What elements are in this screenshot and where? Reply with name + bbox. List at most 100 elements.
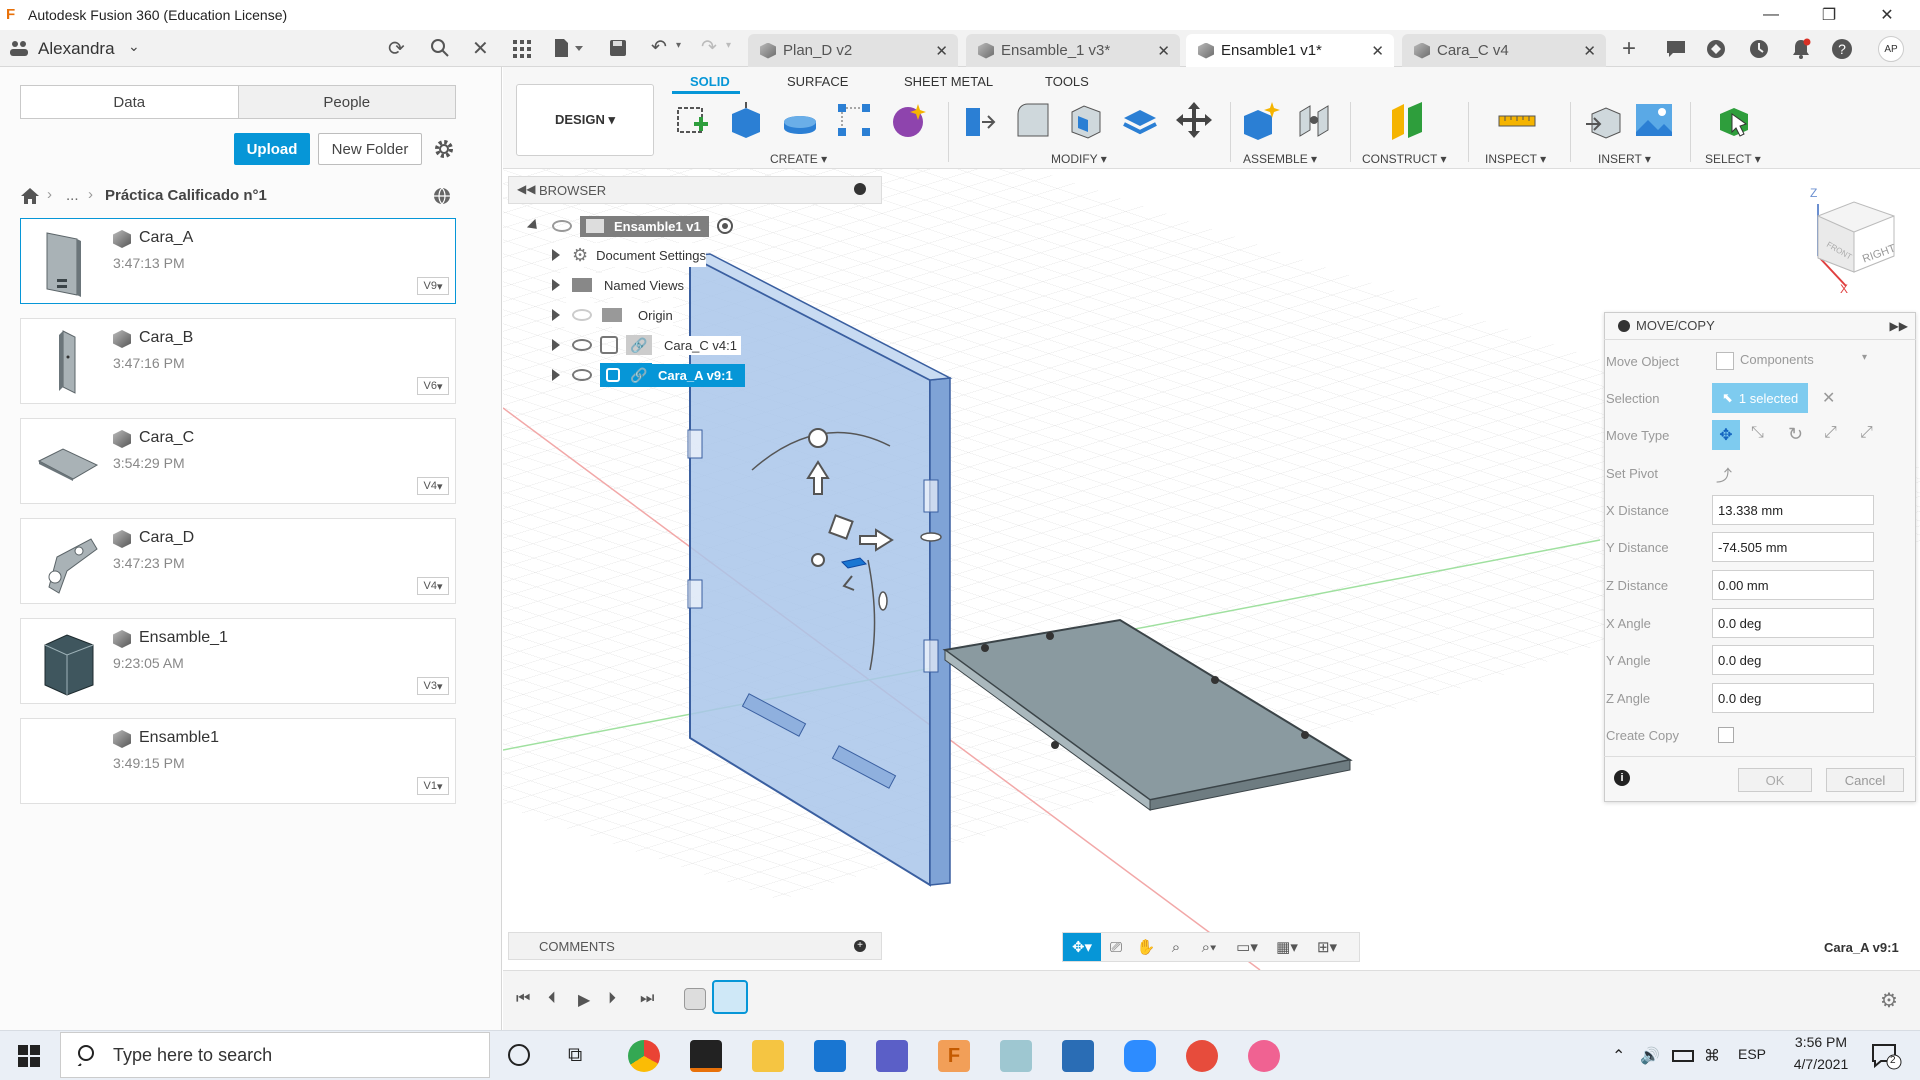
expand-icon[interactable] bbox=[526, 218, 542, 234]
upload-button[interactable]: Upload bbox=[234, 133, 310, 165]
move-type-rotate-icon[interactable]: ↻ bbox=[1788, 424, 1803, 445]
close-button[interactable]: ✕ bbox=[1858, 0, 1916, 30]
browser-root[interactable]: Ensamble1 v1 bbox=[526, 214, 733, 238]
tab-sheet-metal[interactable]: SHEET METAL bbox=[904, 74, 993, 89]
add-comment-icon[interactable]: + bbox=[854, 940, 866, 952]
undo-icon[interactable]: ↶ bbox=[651, 36, 667, 59]
move-copy-icon[interactable] bbox=[1174, 100, 1214, 140]
minimize-button[interactable]: — bbox=[1742, 0, 1800, 30]
app-icon[interactable] bbox=[1248, 1040, 1280, 1072]
fit-icon[interactable]: ⌕▾ bbox=[1191, 939, 1227, 956]
expand-icon[interactable] bbox=[552, 249, 560, 261]
zoom-icon[interactable]: ⌕ bbox=[1161, 939, 1191, 956]
breadcrumb-ellipsis[interactable]: ... bbox=[66, 187, 79, 204]
clear-selection-icon[interactable]: ✕ bbox=[1822, 388, 1835, 408]
refresh-icon[interactable]: ⟳ bbox=[388, 36, 405, 61]
fusion-taskbar-icon[interactable]: F bbox=[938, 1040, 970, 1072]
tab-ensamble-1[interactable]: Ensamble_1 v3* ✕ bbox=[966, 34, 1180, 67]
tab-ensamble1[interactable]: Ensamble1 v1* ✕ bbox=[1186, 34, 1394, 67]
tab-people[interactable]: People bbox=[238, 86, 455, 118]
x-distance-input[interactable]: 13.338 mm bbox=[1712, 495, 1874, 525]
press-pull-icon[interactable] bbox=[958, 100, 998, 140]
expand-dialog-icon[interactable]: ▶▶ bbox=[1890, 319, 1908, 333]
restore-button[interactable]: ❐ bbox=[1800, 0, 1858, 30]
redo-dropdown-icon[interactable]: ▾ bbox=[726, 40, 731, 51]
z-distance-input[interactable]: 0.00 mm bbox=[1712, 570, 1874, 600]
browser-item-document-settings[interactable]: ⚙ Document Settings bbox=[552, 243, 706, 267]
undo-dropdown-icon[interactable]: ▾ bbox=[676, 40, 681, 51]
new-tab-icon[interactable]: + bbox=[1622, 35, 1636, 63]
action-center-icon[interactable]: 2 bbox=[1872, 1044, 1902, 1073]
collapse-browser-icon[interactable]: ◀◀ bbox=[517, 182, 535, 196]
create-copy-checkbox[interactable] bbox=[1718, 727, 1734, 743]
pan-icon[interactable]: ✋ bbox=[1131, 938, 1161, 956]
tab-close-icon[interactable]: ✕ bbox=[1583, 42, 1596, 60]
version-badge[interactable]: V9 ▾ bbox=[417, 277, 449, 295]
move-type-point-to-point-icon[interactable]: ⤢ bbox=[1824, 424, 1837, 442]
job-status-icon[interactable] bbox=[1749, 39, 1769, 62]
task-view-icon[interactable]: ⧉ bbox=[568, 1044, 582, 1067]
help-icon[interactable]: ? bbox=[1831, 38, 1853, 63]
cortana-icon[interactable] bbox=[508, 1044, 530, 1066]
list-item-cara-a[interactable]: Cara_A 3:47:13 PM V9 ▾ bbox=[20, 218, 456, 304]
photos-icon[interactable] bbox=[1062, 1040, 1094, 1072]
inspect-group-label[interactable]: INSPECT ▾ bbox=[1485, 152, 1546, 166]
display-settings-icon[interactable]: ▭▾ bbox=[1227, 938, 1267, 956]
new-component-icon[interactable] bbox=[1240, 100, 1280, 140]
select-icon[interactable] bbox=[1714, 100, 1754, 140]
version-badge[interactable]: V6 ▾ bbox=[417, 377, 449, 395]
user-name[interactable]: Alexandra bbox=[38, 39, 115, 59]
version-badge[interactable]: V4 ▾ bbox=[417, 577, 449, 595]
timeline-prev-icon[interactable]: ⏴ bbox=[548, 990, 556, 1008]
shell-icon[interactable] bbox=[1066, 100, 1106, 140]
move-object-dropdown-icon[interactable]: ▾ bbox=[1862, 352, 1867, 363]
zoom-app-icon[interactable] bbox=[1124, 1040, 1156, 1072]
select-group-label[interactable]: SELECT ▾ bbox=[1705, 152, 1761, 166]
viewports-icon[interactable]: ⊞▾ bbox=[1307, 938, 1347, 956]
notifications-bell-icon[interactable] bbox=[1791, 38, 1811, 63]
user-dropdown-icon[interactable]: ⌄ bbox=[128, 38, 140, 55]
offset-plane-icon[interactable] bbox=[1388, 100, 1428, 140]
battery-icon[interactable] bbox=[1672, 1050, 1694, 1062]
avatar[interactable]: AP bbox=[1878, 36, 1904, 62]
list-item-ensamble1[interactable]: Ensamble1 3:49:15 PM V1 ▾ bbox=[20, 718, 456, 804]
rectangular-pattern-icon[interactable] bbox=[834, 100, 874, 140]
clock-time[interactable]: 3:56 PM bbox=[1786, 1034, 1856, 1050]
activate-radio-icon[interactable] bbox=[716, 218, 733, 234]
eye-icon[interactable] bbox=[552, 220, 572, 232]
x-angle-input[interactable]: 0.0 deg bbox=[1712, 608, 1874, 638]
move-type-translate-icon[interactable]: ⤡ bbox=[1751, 424, 1764, 442]
language-indicator[interactable]: ESP bbox=[1738, 1046, 1766, 1062]
measure-icon[interactable] bbox=[1497, 100, 1537, 140]
list-item-ensamble-1[interactable]: Ensamble_1 9:23:05 AM V3 ▾ bbox=[20, 618, 456, 704]
app-icon[interactable] bbox=[1000, 1040, 1032, 1072]
version-badge[interactable]: V3 ▾ bbox=[417, 677, 449, 695]
fillet-icon[interactable] bbox=[1012, 100, 1052, 140]
windows-start-icon[interactable] bbox=[18, 1045, 40, 1070]
expand-icon[interactable] bbox=[552, 279, 560, 291]
tab-close-icon[interactable]: ✕ bbox=[1157, 42, 1170, 60]
timeline-start-icon[interactable]: ⏮ bbox=[516, 990, 530, 1008]
revolve-icon[interactable] bbox=[780, 100, 820, 140]
network-icon[interactable]: ⌘ bbox=[1704, 1046, 1720, 1066]
workspace-switcher[interactable]: DESIGN ▾ bbox=[516, 84, 654, 156]
move-object-icon[interactable] bbox=[1716, 352, 1734, 370]
taskbar-search[interactable]: Type here to search bbox=[60, 1032, 490, 1078]
z-angle-input[interactable]: 0.0 deg bbox=[1712, 683, 1874, 713]
expand-icon[interactable] bbox=[552, 369, 560, 381]
insert-group-label[interactable]: INSERT ▾ bbox=[1598, 152, 1651, 166]
look-at-icon[interactable]: ⎚ bbox=[1101, 939, 1131, 956]
version-badge[interactable]: V4 ▾ bbox=[417, 477, 449, 495]
close-panel-icon[interactable]: ✕ bbox=[472, 36, 489, 61]
eye-hidden-icon[interactable] bbox=[572, 309, 592, 321]
save-icon[interactable] bbox=[609, 39, 627, 60]
y-distance-input[interactable]: -74.505 mm bbox=[1712, 532, 1874, 562]
expand-icon[interactable] bbox=[552, 309, 560, 321]
settings-gear-icon[interactable] bbox=[433, 138, 455, 163]
timeline-next-icon[interactable]: ⏵ bbox=[608, 990, 616, 1008]
extrude-icon[interactable] bbox=[726, 100, 766, 140]
create-group-label[interactable]: CREATE ▾ bbox=[770, 152, 827, 166]
create-sketch-icon[interactable] bbox=[672, 100, 712, 140]
list-item-cara-d[interactable]: Cara_D 3:47:23 PM V4 ▾ bbox=[20, 518, 456, 604]
tab-data[interactable]: Data bbox=[21, 86, 239, 118]
